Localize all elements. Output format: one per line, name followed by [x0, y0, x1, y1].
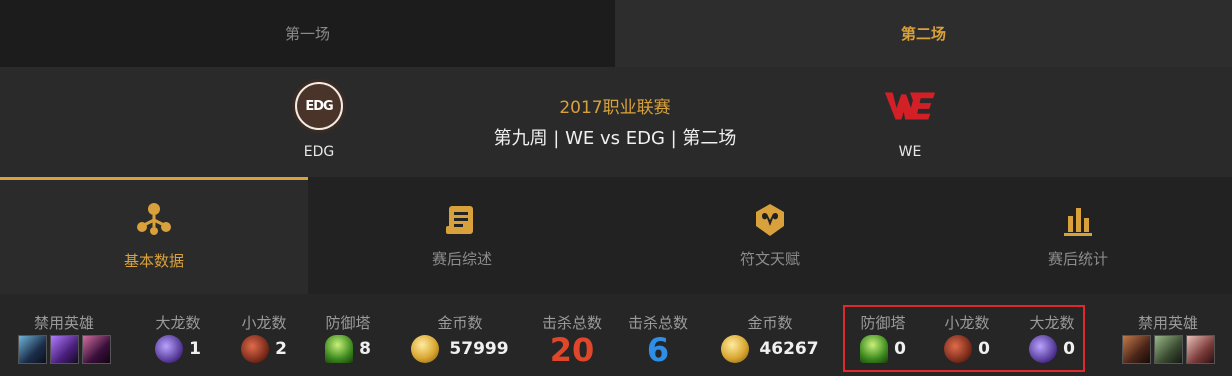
baron-icon [155, 335, 184, 363]
dragon-icon [241, 335, 270, 363]
left-tower-count: 8 [359, 339, 371, 359]
left-dragon-label: 小龙数 [241, 314, 287, 332]
left-baron-label: 大龙数 [155, 314, 201, 332]
edg-logo-text: EDG [297, 84, 341, 128]
left-dragon-count: 2 [275, 339, 287, 359]
tab-basic-data-label: 基本数据 [123, 252, 184, 270]
tab-game-2[interactable]: 第二场 [615, 0, 1232, 67]
tab-game-1[interactable]: 第一场 [0, 0, 615, 67]
tab-stats-label: 赛后统计 [1047, 250, 1108, 268]
right-bans-label: 禁用英雄 [1137, 314, 1198, 332]
stats-bar: 禁用英雄 大龙数 1 小龙数 2 防御塔 8 金币数 57999 击杀总数 20… [0, 294, 1232, 376]
right-dragon-count: 0 [978, 339, 990, 359]
dragon-icon [944, 335, 973, 363]
tab-basic-data[interactable]: 基本数据 [0, 177, 308, 294]
ram-shield-icon [756, 204, 784, 236]
left-gold-count: 57999 [449, 339, 509, 359]
match-round: 第九周 | WE vs EDG | 第二场 [493, 128, 737, 149]
banned-champion-icon[interactable] [1121, 335, 1151, 364]
team-right: WE [860, 79, 960, 160]
right-gold-label: 金币数 [747, 314, 793, 332]
tab-runes[interactable]: 符文天赋 [616, 177, 924, 294]
right-dragon-label: 小龙数 [944, 314, 990, 332]
right-tower-count: 0 [894, 339, 906, 359]
banned-champion-icon[interactable] [1153, 335, 1183, 364]
gold-icon [721, 335, 750, 363]
document-icon [446, 206, 473, 234]
network-icon [137, 203, 171, 235]
match-header: EDG EDG 2017职业联赛 第九周 | WE vs EDG | 第二场 W… [0, 67, 1232, 177]
left-baron-count: 1 [189, 339, 201, 359]
right-tower-label: 防御塔 [860, 314, 906, 332]
tab-stats[interactable]: 赛后统计 [924, 177, 1232, 294]
tower-icon [325, 335, 354, 363]
banned-champion-icon[interactable] [81, 335, 111, 364]
we-logo [883, 79, 937, 133]
baron-icon [1029, 335, 1058, 363]
banned-champion-icon[interactable] [17, 335, 47, 364]
left-kills-count: 20 [549, 331, 595, 369]
banned-champion-icon[interactable] [1185, 335, 1215, 364]
edg-logo: EDG [292, 79, 346, 133]
league-name: 2017职业联赛 [559, 98, 671, 118]
left-tower-label: 防御塔 [325, 314, 371, 332]
team-left-name: EDG [303, 144, 335, 160]
tab-runes-label: 符文天赋 [739, 250, 800, 268]
left-gold-label: 金币数 [437, 314, 483, 332]
right-baron-label: 大龙数 [1029, 314, 1075, 332]
bar-chart-icon [1064, 208, 1092, 236]
right-kills-label: 击杀总数 [627, 314, 688, 332]
gold-icon [411, 335, 440, 363]
left-kills-label: 击杀总数 [541, 314, 602, 332]
tab-summary[interactable]: 赛后综述 [308, 177, 616, 294]
section-tabs: 基本数据 赛后综述 符文天赋 赛后统计 [0, 177, 1232, 294]
banned-champion-icon[interactable] [49, 335, 79, 364]
left-bans-list [0, 335, 128, 364]
tab-summary-label: 赛后综述 [431, 250, 492, 268]
match-title: 2017职业联赛 第九周 | WE vs EDG | 第二场 [460, 93, 770, 150]
left-bans-label: 禁用英雄 [33, 314, 94, 332]
team-left: EDG EDG [269, 79, 369, 160]
right-baron-count: 0 [1063, 339, 1075, 359]
right-kills-count: 6 [646, 331, 670, 369]
team-right-name: WE [898, 144, 922, 160]
we-logo-mark [884, 92, 936, 120]
right-gold-count: 46267 [759, 339, 819, 359]
tower-icon [860, 335, 889, 363]
right-bans-list [1104, 335, 1232, 364]
game-tabs: 第一场 第二场 [0, 0, 1232, 67]
